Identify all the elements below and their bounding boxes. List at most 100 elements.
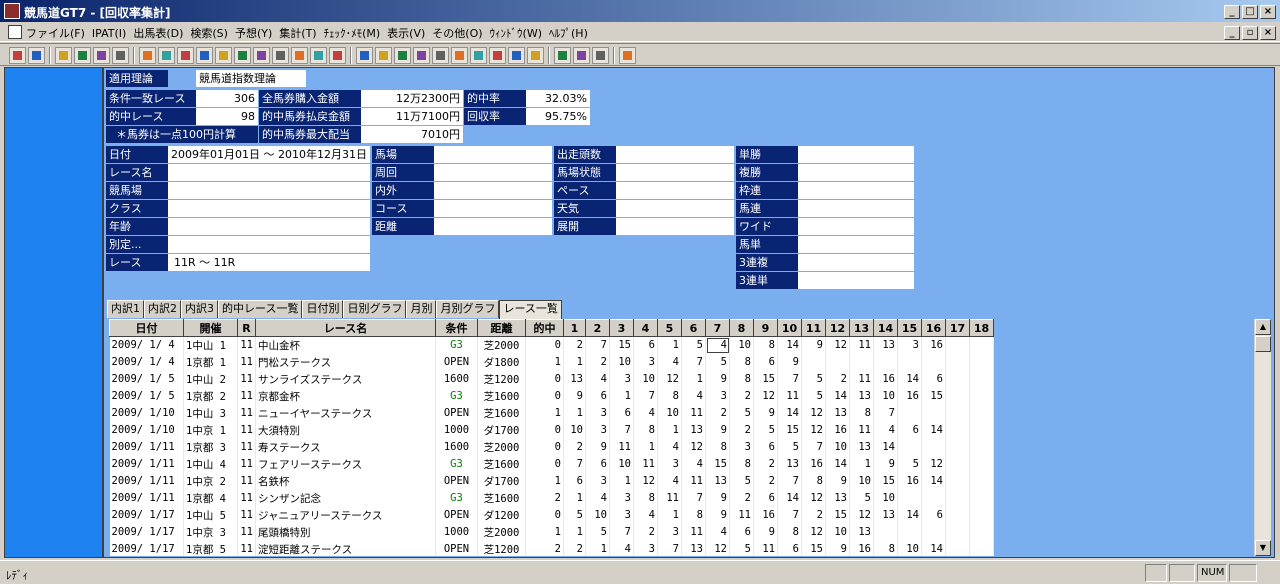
column-header-2[interactable]: R <box>237 319 256 337</box>
race-value[interactable]: 11R ～ 11R <box>168 254 370 271</box>
column-header-13[interactable]: 7 <box>705 319 730 337</box>
table-row[interactable]: 2009/ 1/ 5 1京都 2 11 京都金杯 G3 芝1600 0 9 6 1 7 8 4 3 2 12 1… <box>109 387 994 405</box>
bet-type-value-3[interactable] <box>798 200 914 217</box>
lap-value[interactable] <box>434 164 552 181</box>
toolbar-button-29-icon[interactable] <box>592 47 609 64</box>
scroll-down-button[interactable]: ▼ <box>1255 540 1271 556</box>
date-value[interactable]: 2009年01月01日 ～ 2010年12月31日 <box>168 146 370 163</box>
column-header-17[interactable]: 11 <box>801 319 826 337</box>
column-header-7[interactable]: 1 <box>563 319 586 337</box>
column-header-19[interactable]: 13 <box>849 319 874 337</box>
toolbar-button-26-icon[interactable] <box>527 47 544 64</box>
toolbar-button-24-icon[interactable] <box>489 47 506 64</box>
race-name-value[interactable] <box>168 164 370 181</box>
column-header-9[interactable]: 3 <box>609 319 634 337</box>
table-row[interactable]: 2009/ 1/11 1中山 4 11 フェアリーステークス G3 芝1600 0 7 6 10 1… <box>109 455 994 473</box>
toolbar-button-15-icon[interactable] <box>310 47 327 64</box>
distance-value[interactable] <box>434 218 552 235</box>
menu-item-0[interactable]: ファイル(F) <box>26 25 85 41</box>
bet-type-value-0[interactable] <box>798 146 914 163</box>
menu-item-3[interactable]: 検索(S) <box>190 25 228 41</box>
toolbar-button-14-icon[interactable] <box>291 47 308 64</box>
scroll-up-button[interactable]: ▲ <box>1255 319 1271 335</box>
toolbar-button-22-icon[interactable] <box>451 47 468 64</box>
child-close-button[interactable]: × <box>1260 26 1276 40</box>
bet-type-value-2[interactable] <box>798 182 914 199</box>
column-header-20[interactable]: 14 <box>873 319 898 337</box>
column-header-12[interactable]: 6 <box>681 319 706 337</box>
vertical-scrollbar[interactable]: ▲ ▼ <box>1254 319 1271 556</box>
column-header-14[interactable]: 8 <box>729 319 754 337</box>
child-minimize-button[interactable]: _ <box>1224 26 1240 40</box>
maximize-button[interactable]: □ <box>1242 5 1258 19</box>
tab-1[interactable]: 内訳2 <box>144 300 181 318</box>
pace-value[interactable] <box>616 182 734 199</box>
close-button[interactable]: × <box>1260 5 1276 19</box>
column-header-16[interactable]: 10 <box>777 319 802 337</box>
bet-type-value-7[interactable] <box>798 272 914 289</box>
toolbar-button-16-icon[interactable] <box>329 47 346 64</box>
column-header-23[interactable]: 17 <box>945 319 970 337</box>
toolbar-button-28-icon[interactable] <box>573 47 590 64</box>
toolbar-button-20-icon[interactable] <box>413 47 430 64</box>
toolbar-button-11-icon[interactable] <box>234 47 251 64</box>
tab-5[interactable]: 日別グラフ <box>343 300 407 318</box>
table-row[interactable]: 2009/ 1/11 1中京 2 11 名鉄杯 OPEN ダ1700 1 6 3 1 12 4 11 13… <box>109 472 994 490</box>
column-header-24[interactable]: 18 <box>969 319 994 337</box>
toolbar-button-6-icon[interactable] <box>139 47 156 64</box>
bet-type-value-4[interactable] <box>798 218 914 235</box>
tab-6[interactable]: 月別 <box>406 300 437 318</box>
toolbar-button-17-icon[interactable] <box>356 47 373 64</box>
toolbar-button-4-icon[interactable] <box>93 47 110 64</box>
toolbar-button-23-icon[interactable] <box>470 47 487 64</box>
table-row[interactable]: 2009/ 1/ 4 1中山 1 11 中山金杯 G3 芝2000 0 2 7 15 6 1 5 4 10 8… <box>109 336 994 354</box>
toolbar-button-8-icon[interactable] <box>177 47 194 64</box>
menu-item-4[interactable]: 予想(Y) <box>235 25 272 41</box>
menu-item-5[interactable]: 集計(T) <box>279 25 316 41</box>
menu-item-10[interactable]: ﾍﾙﾌﾟ(H) <box>549 25 588 41</box>
class-value[interactable] <box>168 200 370 217</box>
bet-type-value-5[interactable] <box>798 236 914 253</box>
bet-type-value-1[interactable] <box>798 164 914 181</box>
scroll-thumb[interactable] <box>1255 336 1271 352</box>
toolbar-button-19-icon[interactable] <box>394 47 411 64</box>
menu-item-6[interactable]: ﾁｪｯｸ･ﾒﾓ(M) <box>324 25 381 41</box>
column-header-10[interactable]: 4 <box>633 319 658 337</box>
toolbar-button-13-icon[interactable] <box>272 47 289 64</box>
toolbar-button-9-icon[interactable] <box>196 47 213 64</box>
column-header-1[interactable]: 開催 <box>183 319 238 337</box>
column-header-0[interactable]: 日付 <box>109 319 184 337</box>
document-icon[interactable] <box>8 25 22 39</box>
course2-value[interactable] <box>434 200 552 217</box>
toolbar-button-1-icon[interactable] <box>28 47 45 64</box>
course-value[interactable] <box>168 182 370 199</box>
special-label[interactable]: 別定... <box>106 236 168 253</box>
tab-4[interactable]: 日付別 <box>302 300 344 318</box>
toolbar-button-10-icon[interactable] <box>215 47 232 64</box>
child-restore-button[interactable]: ▫ <box>1242 26 1258 40</box>
tab-8[interactable]: レース一覧 <box>499 300 562 320</box>
toolbar-button-12-icon[interactable] <box>253 47 270 64</box>
inout-value[interactable] <box>434 182 552 199</box>
column-header-6[interactable]: 的中 <box>525 319 564 337</box>
weather-value[interactable] <box>616 200 734 217</box>
table-row[interactable]: 2009/ 1/17 1中山 5 11 ジャニュアリーステークス OPEN ダ1200 0 5… <box>109 506 994 524</box>
column-header-5[interactable]: 距離 <box>477 319 526 337</box>
column-header-15[interactable]: 9 <box>753 319 778 337</box>
column-header-18[interactable]: 12 <box>825 319 850 337</box>
toolbar-button-3-icon[interactable] <box>74 47 91 64</box>
menu-item-2[interactable]: 出馬表(D) <box>133 25 183 41</box>
toolbar-button-2-icon[interactable] <box>55 47 72 64</box>
table-row[interactable]: 2009/ 1/10 1中京 1 11 大須特別 1000 ダ1700 0 10 3 7 8 1 13 9… <box>109 421 994 439</box>
column-header-22[interactable]: 16 <box>921 319 946 337</box>
tab-7[interactable]: 月別グラフ <box>436 300 500 318</box>
toolbar-button-5-icon[interactable] <box>112 47 129 64</box>
menu-item-1[interactable]: IPAT(I) <box>92 27 126 40</box>
special-value[interactable] <box>168 236 370 253</box>
table-row[interactable]: 2009/ 1/11 1京都 3 11 寿ステークス 1600 芝2000 0 2 9 11 1 4 1… <box>109 438 994 456</box>
table-row[interactable]: 2009/ 1/ 4 1京都 1 11 門松ステークス OPEN ダ1800 1 1 2 10 3 4… <box>109 353 994 371</box>
menu-item-7[interactable]: 表示(V) <box>387 25 425 41</box>
table-row[interactable]: 2009/ 1/10 1中山 3 11 ニューイヤーステークス OPEN 芝1600 1 1 3… <box>109 404 994 422</box>
runners-value[interactable] <box>616 146 734 163</box>
ground-value[interactable] <box>616 164 734 181</box>
